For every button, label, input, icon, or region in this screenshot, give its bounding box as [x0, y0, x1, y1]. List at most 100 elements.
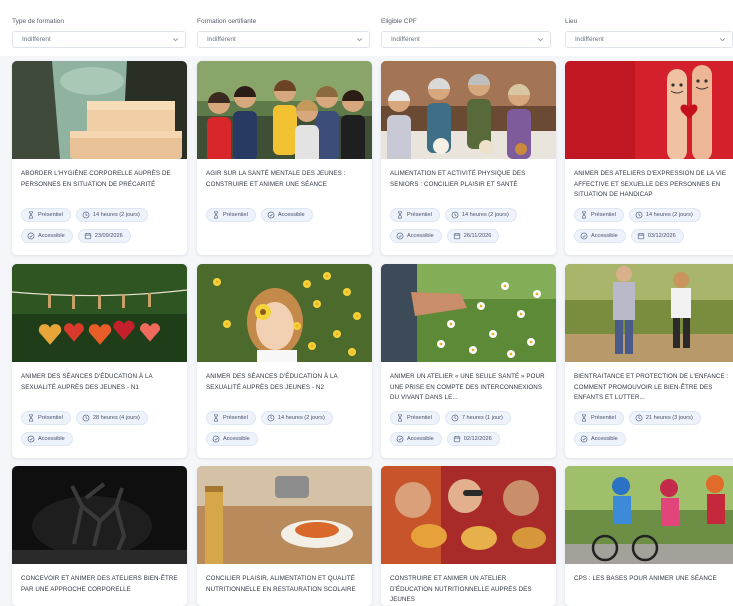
training-card[interactable]: Aborder l'hygiène corporelle auprès de p… — [12, 61, 187, 255]
card-title[interactable]: Aborder l'hygiène corporelle auprès de p… — [21, 169, 179, 190]
clock-icon — [451, 211, 462, 219]
chip-label: Accessible — [223, 436, 250, 442]
chip-label: 23/09/2026 — [94, 233, 123, 239]
chevron-down-icon — [172, 38, 179, 42]
card-title[interactable]: CPS : les bases pour animer une séance — [574, 574, 732, 585]
filter-1: Formation certifiante Indifférent — [197, 17, 370, 48]
dancers-silhouette-photo — [12, 466, 187, 564]
chip-label: Présentiel — [591, 415, 616, 421]
chip-label: 02/12/2026 — [463, 436, 492, 442]
chip-label: Accessible — [38, 436, 65, 442]
calendar-icon — [453, 435, 464, 443]
filter-selected-value: Indifférent — [207, 36, 236, 43]
cooking-pasta-photo — [197, 466, 372, 564]
card-title[interactable]: Concevoir et animer des ateliers bien-êt… — [21, 574, 179, 595]
hourglass-icon — [212, 414, 223, 422]
training-card[interactable]: Animer des ateliers d'expression de la v… — [565, 61, 733, 255]
clock-icon — [451, 414, 462, 422]
hourglass-icon — [580, 414, 591, 422]
chip-label: Présentiel — [223, 212, 248, 218]
chip-row: Accessible — [574, 432, 626, 446]
training-card[interactable]: Agir sur la santé mentale des jeunes : c… — [197, 61, 372, 255]
chip-row: Présentiel 7 heures (1 jour) — [390, 411, 511, 425]
clock-icon — [635, 211, 646, 219]
hourglass-icon — [396, 414, 407, 422]
info-chip: 7 heures (1 jour) — [444, 411, 511, 425]
info-chip: Présentiel — [21, 411, 71, 425]
training-card[interactable]: CPS : les bases pour animer une séance — [565, 466, 733, 606]
info-chip: 14 heures (2 jours) — [444, 208, 517, 222]
group-of-young-people-photo — [197, 61, 372, 159]
clock-icon — [82, 211, 93, 219]
info-chip: Accessible — [21, 229, 73, 243]
info-chip: Présentiel — [574, 208, 624, 222]
chip-label: 14 heures (2 jours) — [645, 212, 693, 218]
filter-select[interactable]: Indifférent — [565, 31, 733, 48]
chip-row: Présentiel 28 heures (4 jours) — [21, 411, 148, 425]
hourglass-icon — [27, 414, 38, 422]
info-chip: Accessible — [260, 208, 313, 222]
info-chip: Accessible — [574, 229, 626, 243]
info-chip: 02/12/2026 — [446, 432, 500, 446]
info-chip: Présentiel — [21, 208, 71, 222]
chip-label: 14 heures (2 jours) — [92, 212, 140, 218]
accessible-icon — [267, 211, 278, 219]
chevron-down-icon — [719, 38, 726, 42]
filter-select[interactable]: Indifférent — [12, 31, 186, 48]
card-title[interactable]: Alimentation et activité physique des se… — [390, 169, 548, 190]
training-card[interactable]: Animer des séances d'éducation à la sexu… — [197, 264, 372, 458]
training-card[interactable]: Concilier plaisir, alimentation et quali… — [197, 466, 372, 606]
training-card[interactable]: Concevoir et animer des ateliers bien-êt… — [12, 466, 187, 606]
info-chip: Accessible — [574, 432, 626, 446]
filter-select[interactable]: Indifférent — [381, 31, 551, 48]
kids-on-bikes-photo — [565, 466, 733, 564]
info-chip: 26/11/2026 — [446, 229, 500, 243]
filter-0: Type de formation Indifférent — [12, 17, 186, 48]
chip-row: Présentiel 14 heures (2 jours) — [390, 208, 517, 222]
filter-3: Lieu Indifférent — [565, 17, 733, 48]
finger-couple-heart-photo — [565, 61, 733, 159]
card-title[interactable]: Animer des séances d'éducation à la sexu… — [206, 372, 364, 393]
card-title[interactable]: Animer un atelier « Une seule santé » po… — [390, 372, 548, 404]
info-chip: 03/12/2026 — [630, 229, 684, 243]
chip-row: Présentiel Accessible — [206, 208, 313, 222]
hourglass-icon — [212, 211, 223, 219]
filter-select[interactable]: Indifférent — [197, 31, 370, 48]
chip-label: Accessible — [407, 233, 434, 239]
info-chip: Accessible — [206, 432, 258, 446]
training-card[interactable]: Bientraitance et protection de l'enfance… — [565, 264, 733, 458]
chip-row: Présentiel 14 heures (2 jours) — [206, 411, 333, 425]
card-title[interactable]: Agir sur la santé mentale des jeunes : c… — [206, 169, 364, 190]
training-card[interactable]: Animer des séances d'éducation à la sexu… — [12, 264, 187, 458]
card-title[interactable]: Bientraitance et protection de l'enfance… — [574, 372, 732, 404]
info-chip: Accessible — [390, 229, 442, 243]
chip-row: Présentiel 14 heures (2 jours) — [574, 208, 701, 222]
card-title[interactable]: Animer des séances d'éducation à la sexu… — [21, 372, 179, 393]
card-title[interactable]: Concilier plaisir, alimentation et quali… — [206, 574, 364, 595]
card-title[interactable]: Animer des ateliers d'expression de la v… — [574, 169, 732, 201]
chevron-down-icon — [356, 38, 363, 42]
chip-label: Accessible — [277, 212, 305, 218]
chip-row: Présentiel 21 heures (3 jours) — [574, 411, 701, 425]
training-card[interactable]: Construire et animer un atelier d'éducat… — [381, 466, 556, 606]
chip-label: 7 heures (1 jour) — [461, 415, 503, 421]
chip-label: 28 heures (4 jours) — [92, 415, 140, 421]
filter-label: Eligible CPF — [381, 18, 417, 25]
hourglass-icon — [396, 211, 407, 219]
info-chip: Présentiel — [206, 411, 256, 425]
filter-label: Lieu — [565, 18, 578, 25]
training-card[interactable]: Alimentation et activité physique des se… — [381, 61, 556, 255]
filter-2: Eligible CPF Indifférent — [381, 17, 551, 48]
chip-label: Présentiel — [407, 212, 432, 218]
calendar-icon — [637, 232, 648, 240]
filter-selected-value: Indifférent — [391, 36, 420, 43]
info-chip: 14 heures (2 jours) — [260, 411, 333, 425]
girl-with-flowers-photo — [197, 264, 372, 362]
chip-label: 26/11/2026 — [463, 233, 492, 239]
training-card[interactable]: Animer un atelier « Une seule santé » po… — [381, 264, 556, 458]
chip-label: Accessible — [38, 233, 65, 239]
card-title[interactable]: Construire et animer un atelier d'éducat… — [390, 574, 548, 606]
friends-eating-burgers-photo — [381, 466, 556, 564]
children-walking-photo — [565, 264, 733, 362]
seniors-eating-together-photo — [381, 61, 556, 159]
